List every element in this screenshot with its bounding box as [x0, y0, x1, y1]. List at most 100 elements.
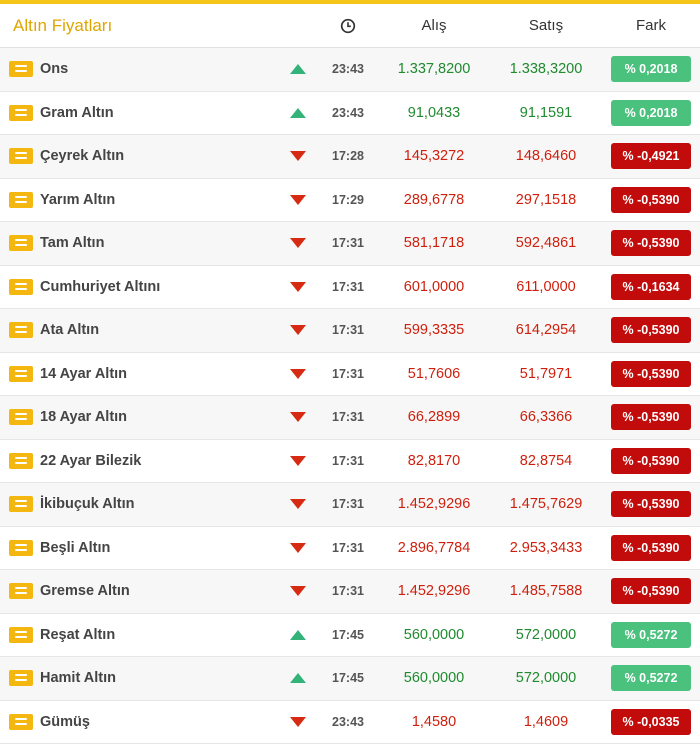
table-row[interactable]: 14 Ayar Altın 17:31 51,7606 51,7971 % -0,539…	[0, 352, 700, 396]
row-alis: 66,2899	[407, 409, 461, 426]
arrow-down-icon	[290, 194, 306, 205]
row-name-cell[interactable]: Yarım Altın	[0, 191, 278, 208]
table-row[interactable]: Gremse Altın 17:31 1.452,9296 1.485,7588 % -…	[0, 570, 700, 614]
row-name: Tam Altın	[40, 235, 105, 252]
row-name: Cumhuriyet Altını	[40, 278, 161, 295]
arrow-up-icon	[290, 629, 306, 640]
row-time: 17:28	[332, 149, 364, 164]
row-satis: 572,0000	[515, 626, 577, 643]
table-row[interactable]: Hamit Altın 17:45 560,0000 572,0000 % 0,5272	[0, 657, 700, 701]
change-badge: % -0,5390	[611, 186, 691, 213]
row-alis: 145,3272	[403, 148, 465, 165]
change-badge: % 0,2018	[611, 56, 691, 83]
row-alis: 599,3335	[403, 322, 465, 339]
row-time: 17:31	[332, 279, 364, 294]
table-row[interactable]: 22 Ayar Bilezik 17:31 82,8170 82,8754 % -0,5…	[0, 439, 700, 483]
row-name-cell[interactable]: Gram Altın	[0, 104, 278, 121]
row-satis: 611,0000	[516, 278, 576, 295]
table-row[interactable]: İkibuçuk Altın 17:31 1.452,9296 1.475,7629%…	[0, 483, 700, 527]
row-fark-cell: % 0,5272	[602, 621, 700, 648]
gold-bar-icon	[9, 235, 33, 252]
row-time: 23:43	[332, 62, 364, 77]
table-header: Altın Fiyatları Alış Satış Fark	[0, 4, 700, 48]
row-name-cell[interactable]: Ons	[0, 61, 278, 78]
column-header-alis[interactable]: Alış	[378, 17, 490, 34]
table-row[interactable]: 18 Ayar Altın 17:31 66,2899 66,3366 % -0,539…	[0, 396, 700, 440]
gold-bar-icon	[9, 365, 33, 382]
row-fark-cell: % -0,5390	[602, 230, 700, 257]
table-row[interactable]: Reşat Altın 17:45 560,0000 572,0000 % 0,5272	[0, 613, 700, 657]
row-name-cell[interactable]: Hamit Altın	[0, 670, 278, 687]
table-row[interactable]: Gümüş 23:43 1,4580 1,4609 % -0,0335	[0, 700, 700, 744]
change-badge: % 0,2018	[611, 99, 691, 126]
table-row[interactable]: Gram Altın 23:43 91,0433 91,1591 % 0,2018	[0, 91, 700, 135]
trend-cell	[278, 107, 318, 118]
gold-bar-icon	[9, 626, 33, 643]
row-name-cell[interactable]: 14 Ayar Altın	[0, 365, 278, 382]
arrow-down-icon	[290, 455, 306, 466]
row-name: Beşli Altın	[40, 539, 111, 556]
row-name: 22 Ayar Bilezik	[40, 452, 142, 469]
row-fark-cell: % 0,2018	[602, 99, 700, 126]
table-row[interactable]: Ons 23:43 1.337,8200 1.338,3200 % 0,2018	[0, 48, 700, 92]
widget-title: Altın Fiyatları	[13, 15, 113, 35]
row-fark-cell: % -0,5390	[602, 317, 700, 344]
row-name-cell[interactable]: 22 Ayar Bilezik	[0, 452, 278, 469]
row-satis: 1.485,7588	[509, 583, 583, 600]
table-row[interactable]: Beşli Altın 17:31 2.896,7784 2.953,3433 % -0…	[0, 526, 700, 570]
gold-prices-widget: Altın Fiyatları Alış Satış Fark Ons 23:43…	[0, 0, 700, 750]
row-name: Gümüş	[40, 713, 90, 730]
row-name-cell[interactable]: Beşli Altın	[0, 539, 278, 556]
arrow-up-icon	[290, 64, 306, 75]
row-name: Gram Altın	[40, 104, 114, 121]
row-fark-cell: % -0,5390	[602, 447, 700, 474]
row-name-cell[interactable]: Cumhuriyet Altını	[0, 278, 278, 295]
arrow-down-icon	[290, 281, 306, 292]
row-alis: 1.452,9296	[397, 583, 471, 600]
row-fark-cell: % -0,5390	[602, 360, 700, 387]
row-name: Reşat Altın	[40, 626, 116, 643]
price-list: Ons 23:43 1.337,8200 1.338,3200% 0,2018 Gram…	[0, 48, 700, 744]
gold-bar-icon	[9, 496, 33, 513]
arrow-up-icon	[290, 107, 306, 118]
trend-cell	[278, 412, 318, 423]
table-row[interactable]: Ata Altın 17:31 599,3335 614,2954 % -0,5390	[0, 309, 700, 353]
row-fark-cell: % -0,5390	[602, 491, 700, 518]
row-name-cell[interactable]: Gümüş	[0, 713, 278, 730]
row-name-cell[interactable]: 18 Ayar Altın	[0, 409, 278, 426]
change-badge: % -0,1634	[611, 273, 691, 300]
change-badge: % -0,5390	[611, 317, 691, 344]
row-fark-cell: % -0,5390	[602, 534, 700, 561]
row-name-cell[interactable]: Reşat Altın	[0, 626, 278, 643]
row-time: 17:45	[332, 671, 364, 686]
row-name: Ons	[40, 61, 69, 78]
table-row[interactable]: Tam Altın 17:31 581,1718 592,4861 % -0,5390	[0, 222, 700, 266]
row-alis: 82,8170	[407, 452, 461, 469]
row-name-cell[interactable]: Ata Altın	[0, 322, 278, 339]
row-name-cell[interactable]: Tam Altın	[0, 235, 278, 252]
arrow-down-icon	[290, 499, 306, 510]
row-time: 17:31	[332, 323, 364, 338]
row-name: Yarım Altın	[40, 191, 116, 208]
table-row[interactable]: Yarım Altın 17:29 289,6778 297,1518 % -0,539…	[0, 178, 700, 222]
trend-cell	[278, 325, 318, 336]
row-alis: 1.337,8200	[397, 61, 471, 78]
row-alis: 91,0433	[407, 104, 461, 121]
row-fark-cell: % 0,2018	[602, 56, 700, 83]
arrow-down-icon	[290, 151, 306, 162]
row-name: Ata Altın	[40, 322, 100, 339]
gold-bar-icon	[9, 191, 33, 208]
row-alis: 51,7606	[407, 365, 461, 382]
column-header-satis[interactable]: Satış	[490, 17, 602, 34]
trend-cell	[278, 64, 318, 75]
row-name-cell[interactable]: Çeyrek Altın	[0, 148, 278, 165]
arrow-down-icon	[290, 238, 306, 249]
row-name: 18 Ayar Altın	[40, 409, 128, 426]
column-header-fark[interactable]: Fark	[602, 17, 700, 34]
row-alis: 1,4580	[411, 713, 457, 730]
row-satis: 297,1518	[515, 191, 577, 208]
table-row[interactable]: Cumhuriyet Altını 17:31 601,0000 611,0000 % …	[0, 265, 700, 309]
row-name-cell[interactable]: Gremse Altın	[0, 583, 278, 600]
table-row[interactable]: Çeyrek Altın 17:28 145,3272 148,6460 % -0,49…	[0, 135, 700, 179]
row-name-cell[interactable]: İkibuçuk Altın	[0, 496, 278, 513]
